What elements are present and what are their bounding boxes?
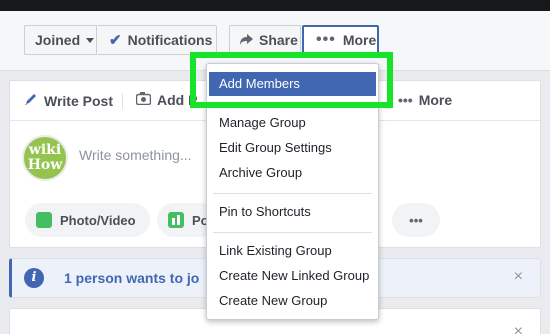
notifications-label: Notifications	[127, 32, 213, 48]
member-request-text[interactable]: 1 person wants to jo	[64, 270, 199, 286]
share-button[interactable]: Share	[229, 25, 301, 55]
photo-video-label: Photo/Video	[60, 212, 136, 228]
info-icon: i	[24, 268, 44, 288]
menu-divider	[213, 232, 372, 233]
more-dots-icon: •••	[409, 212, 423, 228]
tab-write-post[interactable]: Write Post	[24, 92, 113, 109]
close-icon[interactable]: ×	[514, 268, 523, 286]
more-options-button[interactable]: •••	[392, 203, 440, 237]
menu-item-archive-group[interactable]: Archive Group	[207, 161, 378, 185]
highlight-annotation	[190, 52, 393, 108]
dots-icon: •••	[316, 31, 336, 48]
tab-more-label: More	[418, 92, 453, 108]
notifications-button[interactable]: ✔ Notifications	[98, 25, 217, 55]
post-input[interactable]: Write something...	[79, 147, 192, 163]
chevron-down-icon	[86, 37, 95, 43]
menu-item-manage-group[interactable]: Manage Group	[207, 111, 378, 135]
menu-item-link-existing-group[interactable]: Link Existing Group	[207, 239, 378, 263]
avatar: wiki How	[22, 135, 68, 181]
tab-more[interactable]: ••• More	[398, 92, 452, 108]
avatar-text-top: wiki	[28, 142, 62, 158]
camera-icon	[135, 92, 152, 108]
dots-icon: •••	[398, 92, 413, 108]
menu-item-create-new-linked-group[interactable]: Create New Linked Group	[207, 264, 378, 288]
menu-divider	[213, 193, 372, 194]
menu-item-create-new-group[interactable]: Create New Group	[207, 289, 378, 313]
photo-icon	[36, 212, 52, 228]
tab-add-photo[interactable]: Add P	[135, 92, 197, 108]
tab-write-post-label: Write Post	[44, 92, 113, 109]
photo-video-button[interactable]: Photo/Video	[25, 203, 150, 237]
share-arrow-icon	[240, 32, 253, 48]
more-label: More	[342, 32, 377, 48]
more-button[interactable]: ••• More	[302, 25, 379, 55]
menu-item-pin-to-shortcuts[interactable]: Pin to Shortcuts	[207, 200, 378, 224]
joined-button[interactable]: Joined	[24, 25, 97, 55]
top-header-bar	[0, 0, 550, 11]
menu-item-edit-group-settings[interactable]: Edit Group Settings	[207, 136, 378, 160]
tab-divider	[122, 93, 123, 109]
avatar-text-bottom: How	[27, 157, 63, 173]
close-icon[interactable]: ×	[514, 323, 523, 334]
share-label: Share	[259, 32, 298, 48]
poll-icon	[168, 212, 184, 228]
checkmark-icon: ✔	[109, 32, 122, 49]
pencil-icon	[24, 92, 38, 109]
joined-label: Joined	[35, 32, 81, 48]
